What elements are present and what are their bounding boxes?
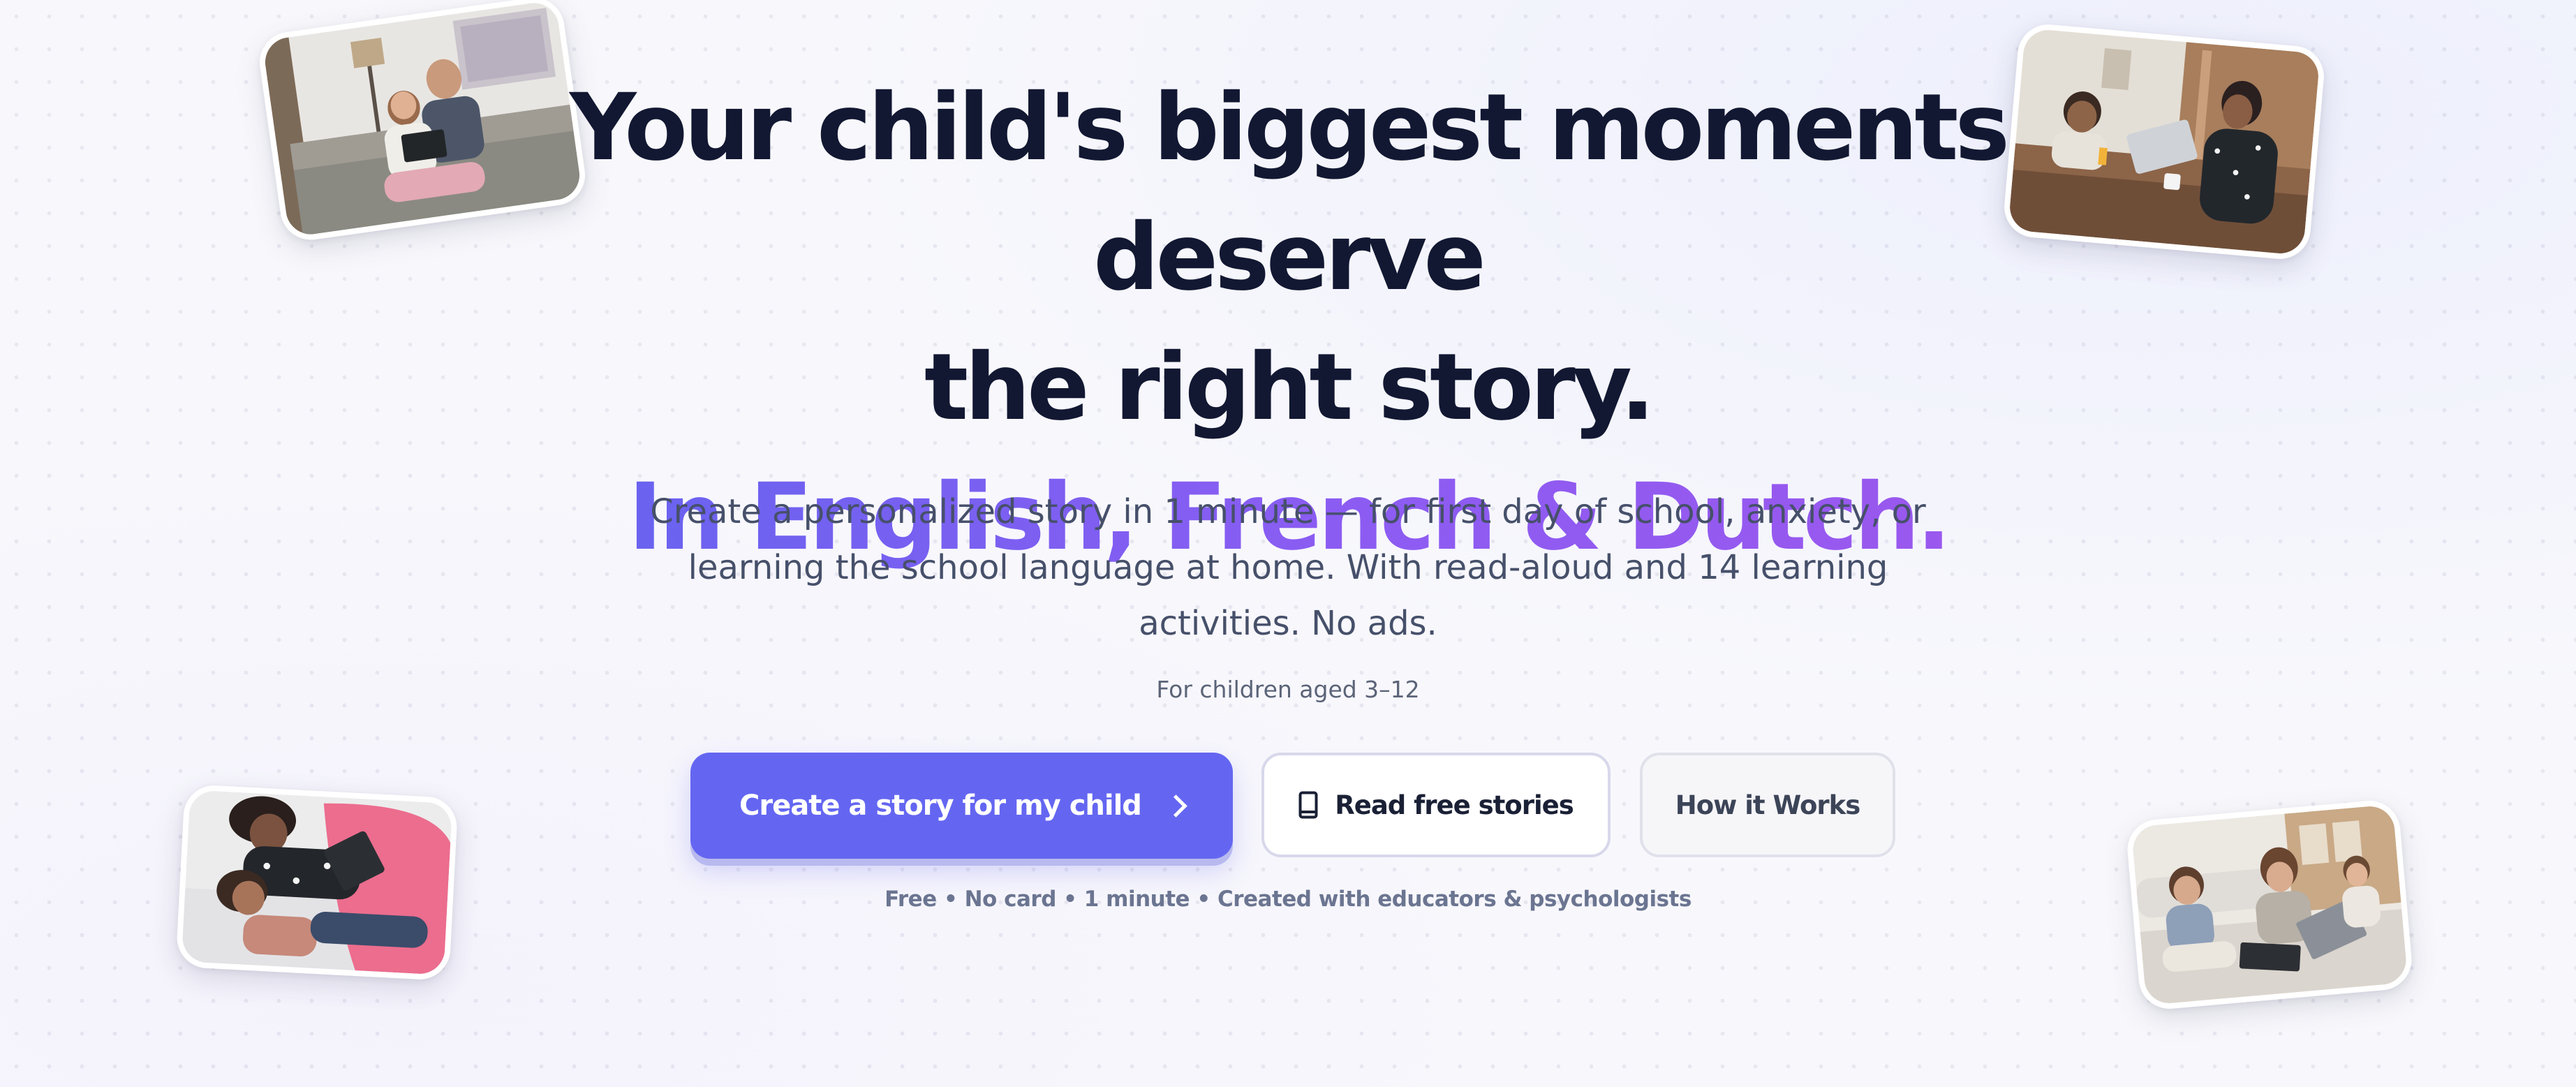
headline-line-2: the right story.	[924, 334, 1655, 441]
read-free-stories-label: Read free stories	[1335, 790, 1574, 820]
hero-subtitle: Create a personalized story in 1 minute …	[650, 492, 1926, 643]
create-story-button[interactable]: Create a story for my child	[690, 753, 1233, 859]
headline-line-1: Your child's biggest moments deserve	[569, 74, 2010, 311]
how-it-works-label: How it Works	[1675, 790, 1860, 820]
hero-section: Your child's biggest moments deserve the…	[0, 0, 2576, 1087]
trust-line: Free • No card • 1 minute • Created with…	[884, 887, 1692, 912]
how-it-works-button[interactable]: How it Works	[1640, 753, 1895, 857]
chevron-right-icon	[1164, 794, 1187, 818]
create-story-button-label: Create a story for my child	[739, 790, 1142, 822]
photo-family-floor	[2124, 798, 2415, 1012]
read-free-stories-button[interactable]: Read free stories	[1261, 753, 1611, 857]
book-icon	[1298, 791, 1318, 819]
photo-mother-daughter-bed	[175, 783, 459, 982]
age-range-note: For children aged 3–12	[1156, 676, 1420, 703]
